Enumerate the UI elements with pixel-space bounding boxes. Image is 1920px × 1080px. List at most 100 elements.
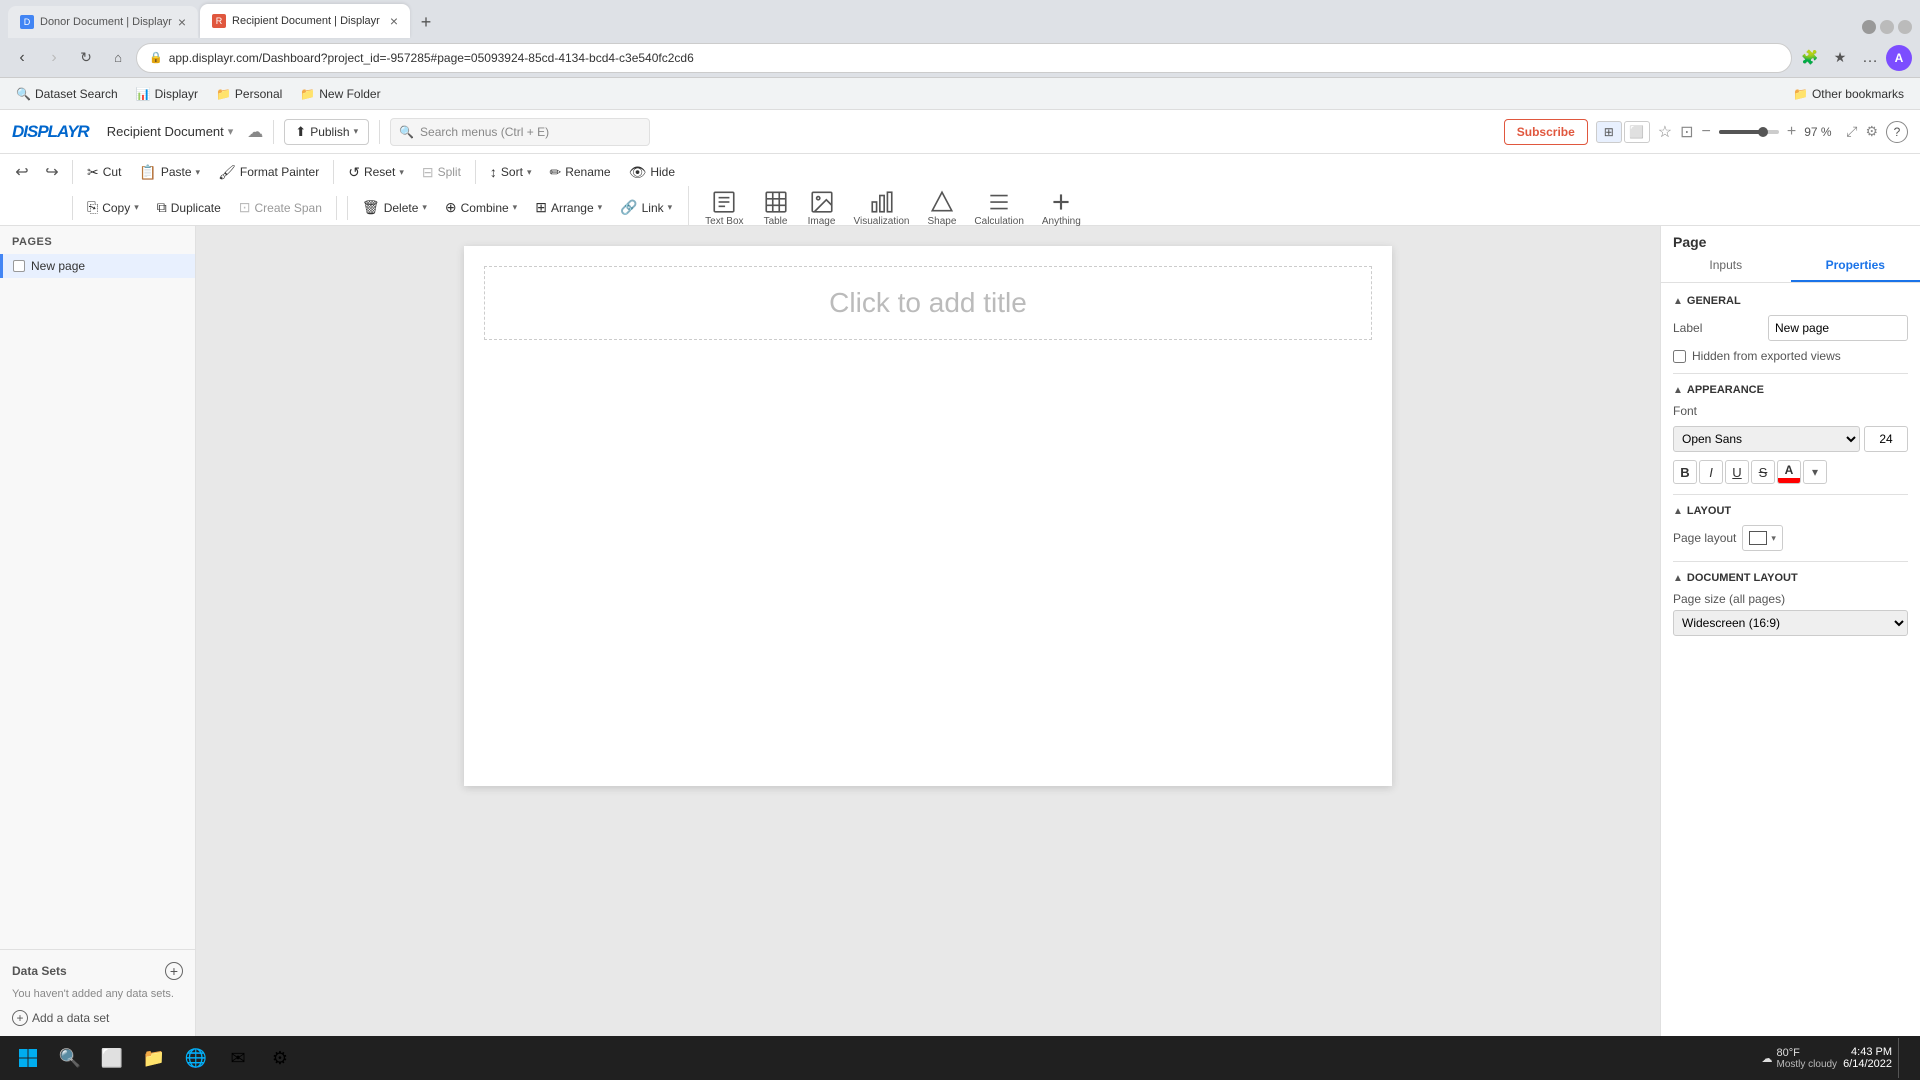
tab-recipient[interactable]: R Recipient Document | Displayr × bbox=[200, 4, 410, 38]
zoom-plus-btn[interactable]: + bbox=[1787, 123, 1796, 141]
document-name-dropdown[interactable]: Recipient Document ▾ bbox=[99, 120, 242, 143]
hidden-checkbox[interactable] bbox=[1673, 350, 1686, 363]
subscribe-button[interactable]: Subscribe bbox=[1504, 119, 1588, 145]
present-btn[interactable]: ⊡ bbox=[1680, 122, 1693, 142]
color-fill-button[interactable]: ▾ bbox=[1803, 460, 1827, 484]
general-section-header[interactable]: ▲ GENERAL bbox=[1673, 295, 1908, 307]
appearance-section-header[interactable]: ▲ APPEARANCE bbox=[1673, 384, 1908, 396]
address-bar[interactable]: 🔒 app.displayr.com/Dashboard?project_id=… bbox=[136, 43, 1792, 73]
close-btn[interactable] bbox=[1898, 20, 1912, 34]
cloud-save-icon[interactable]: ☁ bbox=[247, 122, 263, 142]
font-select[interactable]: Open Sans bbox=[1673, 426, 1860, 452]
doc-layout-section-header[interactable]: ▲ DOCUMENT LAYOUT bbox=[1673, 572, 1908, 584]
forward-button[interactable]: › bbox=[40, 44, 68, 72]
duplicate-button[interactable]: ⧉ Duplicate bbox=[149, 195, 229, 220]
page-checkbox[interactable] bbox=[13, 260, 25, 272]
recipient-tab-close[interactable]: × bbox=[390, 13, 398, 29]
settings-icon[interactable]: … bbox=[1856, 44, 1884, 72]
refresh-button[interactable]: ↻ bbox=[72, 44, 100, 72]
page-size-select[interactable]: Widescreen (16:9) bbox=[1673, 610, 1908, 636]
label-field-input[interactable] bbox=[1768, 315, 1908, 341]
publish-button[interactable]: ⬆ Publish ▾ bbox=[284, 119, 369, 145]
insert-table[interactable]: Table bbox=[754, 184, 798, 232]
title-placeholder[interactable]: Click to add title bbox=[484, 266, 1372, 340]
text-color-button[interactable]: A bbox=[1777, 460, 1801, 484]
cut-button[interactable]: ✂ Cut bbox=[79, 160, 129, 185]
link-button[interactable]: 🔗 Link ▾ bbox=[612, 195, 680, 220]
undo-button[interactable]: ↩ bbox=[8, 158, 36, 186]
italic-button[interactable]: I bbox=[1699, 460, 1723, 484]
underline-button[interactable]: U bbox=[1725, 460, 1749, 484]
settings-btn[interactable]: ⚙ bbox=[1865, 123, 1878, 140]
insert-image[interactable]: Image bbox=[800, 184, 844, 232]
show-desktop-btn[interactable] bbox=[1898, 1038, 1904, 1078]
copy-button[interactable]: ⎘ Copy ▾ bbox=[79, 195, 147, 220]
extensions-icon[interactable]: 🧩 bbox=[1796, 44, 1824, 72]
taskbar-edge[interactable]: 🌐 bbox=[176, 1038, 216, 1078]
arrange-dropdown: ▾ bbox=[598, 202, 603, 213]
hide-button[interactable]: 👁 Hide bbox=[621, 160, 683, 185]
favorites-icon[interactable]: ★ bbox=[1826, 44, 1854, 72]
arrange-button[interactable]: ⊞ Arrange ▾ bbox=[527, 195, 610, 220]
bookmark-personal[interactable]: 📁 Personal bbox=[208, 84, 290, 104]
page-item-new[interactable]: New page bbox=[0, 254, 195, 278]
tab-inputs[interactable]: Inputs bbox=[1661, 250, 1791, 282]
create-span-button[interactable]: ⊡ Create Span bbox=[231, 195, 330, 220]
new-tab-button[interactable]: + bbox=[412, 8, 440, 36]
home-button[interactable]: ⌂ bbox=[104, 44, 132, 72]
star-btn[interactable]: ☆ bbox=[1658, 122, 1672, 142]
header-divider-2 bbox=[379, 120, 380, 144]
maximize-btn[interactable] bbox=[1880, 20, 1894, 34]
back-button[interactable]: ‹ bbox=[8, 44, 36, 72]
bold-button[interactable]: B bbox=[1673, 460, 1697, 484]
zoom-minus-btn[interactable]: − bbox=[1702, 123, 1711, 141]
canvas-area[interactable]: Click to add title bbox=[196, 226, 1660, 1040]
donor-tab-close[interactable]: × bbox=[178, 14, 186, 30]
redo-button[interactable]: ↪ bbox=[38, 158, 66, 186]
insert-shape[interactable]: Shape bbox=[919, 184, 964, 232]
bookmark-displayr[interactable]: 📊 Displayr bbox=[128, 84, 206, 104]
taskbar-file-explorer[interactable]: 📁 bbox=[134, 1038, 174, 1078]
other-bookmarks[interactable]: 📁 Other bookmarks bbox=[1785, 84, 1912, 104]
format-painter-button[interactable]: 🖌 Format Painter bbox=[210, 160, 327, 185]
pages-section: Pages New page bbox=[0, 226, 195, 949]
create-span-label: Create Span bbox=[255, 201, 322, 215]
rename-button[interactable]: ✏ Rename bbox=[541, 160, 618, 185]
header-search[interactable]: 🔍 Search menus (Ctrl + E) bbox=[390, 118, 650, 146]
page-layout-btn[interactable]: ▾ bbox=[1742, 525, 1783, 551]
taskbar-mail[interactable]: ✉ bbox=[218, 1038, 258, 1078]
reset-button[interactable]: ↺ Reset ▾ bbox=[340, 160, 412, 185]
paste-button[interactable]: 📋 Paste ▾ bbox=[131, 160, 208, 185]
strikethrough-button[interactable]: S bbox=[1751, 460, 1775, 484]
grid-view-btn[interactable]: ⊞ bbox=[1596, 121, 1622, 143]
duplicate-icon: ⧉ bbox=[157, 199, 167, 216]
add-dataset-button[interactable]: + Add a data set bbox=[12, 1008, 183, 1028]
weather-description: Mostly cloudy bbox=[1776, 1059, 1837, 1070]
list-view-btn[interactable]: ⬜ bbox=[1624, 121, 1650, 143]
taskbar-task-view[interactable]: ⬜ bbox=[92, 1038, 132, 1078]
taskbar-settings[interactable]: ⚙ bbox=[260, 1038, 300, 1078]
paste-icon: 📋 bbox=[139, 164, 156, 181]
combine-button[interactable]: ⊕ Combine ▾ bbox=[437, 195, 525, 220]
delete-button[interactable]: 🗑 Delete ▾ bbox=[354, 195, 435, 220]
minimize-btn[interactable] bbox=[1862, 20, 1876, 34]
sort-button[interactable]: ↕ Sort ▾ bbox=[482, 160, 540, 184]
tab-properties[interactable]: Properties bbox=[1791, 250, 1920, 282]
insert-calculation[interactable]: Calculation bbox=[966, 184, 1031, 232]
taskbar-start-button[interactable] bbox=[8, 1038, 48, 1078]
taskbar-search[interactable]: 🔍 bbox=[50, 1038, 90, 1078]
insert-anything[interactable]: Anything bbox=[1034, 184, 1089, 232]
zoom-slider[interactable] bbox=[1719, 130, 1779, 134]
add-dataset-circle-btn[interactable]: + bbox=[165, 962, 183, 980]
layout-section-header[interactable]: ▲ LAYOUT bbox=[1673, 505, 1908, 517]
bookmark-dataset-search[interactable]: 🔍 Dataset Search bbox=[8, 84, 126, 104]
insert-visualization[interactable]: Visualization bbox=[846, 184, 918, 232]
split-button[interactable]: ⊟ Split bbox=[414, 160, 469, 185]
bookmark-new-folder[interactable]: 📁 New Folder bbox=[292, 84, 388, 104]
insert-textbox[interactable]: Text Box bbox=[697, 184, 751, 232]
tab-donor[interactable]: D Donor Document | Displayr × bbox=[8, 6, 198, 38]
help-btn[interactable]: ? bbox=[1886, 121, 1908, 143]
profile-avatar[interactable]: A bbox=[1886, 45, 1912, 71]
font-size-input[interactable] bbox=[1864, 426, 1908, 452]
full-screen-btn[interactable]: ⤢ bbox=[1846, 123, 1857, 140]
